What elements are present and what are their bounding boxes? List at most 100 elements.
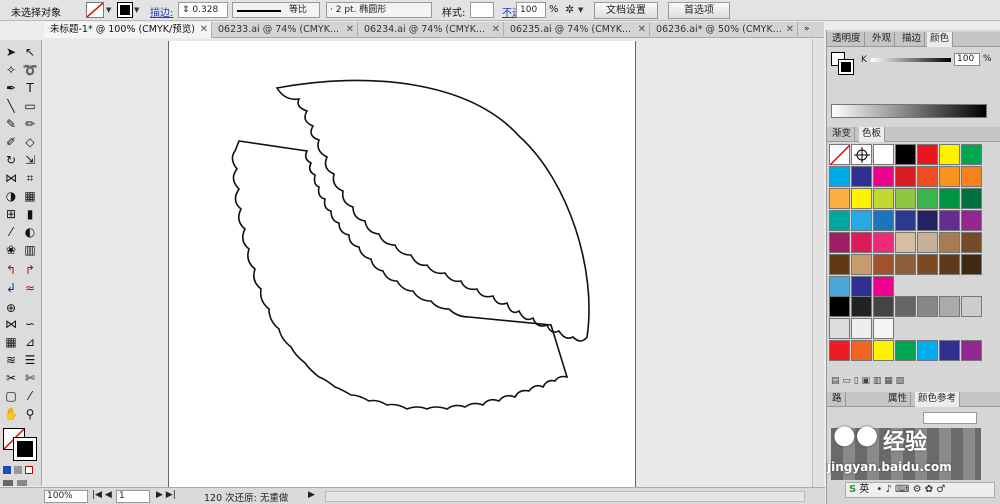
- blob-brush-tool-icon[interactable]: ✐: [2, 134, 20, 151]
- swatch[interactable]: [939, 188, 960, 209]
- perspective-grid-tool-icon[interactable]: ▦: [21, 188, 39, 205]
- rotate-tool-icon[interactable]: ↻: [2, 152, 20, 169]
- measure-tool-icon[interactable]: ⁄: [21, 388, 39, 405]
- brush-select[interactable]: · 2 pt. 椭圆形: [326, 2, 432, 18]
- chevron-down-icon[interactable]: ▼: [106, 6, 111, 14]
- swatch[interactable]: [961, 232, 982, 253]
- swatch[interactable]: [829, 276, 850, 297]
- tab-pathfinder[interactable]: 路: [829, 392, 846, 407]
- pencil-tool-icon[interactable]: ✏: [21, 116, 39, 133]
- tab-color-guide[interactable]: 颜色参考: [915, 392, 961, 407]
- swatch-actions[interactable]: ▤ ▭ ▯ ▣ ▥ ▦ ▧: [831, 376, 991, 388]
- swatch[interactable]: [851, 232, 872, 253]
- swatch[interactable]: [851, 210, 872, 231]
- swatch[interactable]: [895, 210, 916, 231]
- type-tool-icon[interactable]: T: [21, 80, 39, 97]
- status-menu-icon[interactable]: ▶: [308, 490, 315, 500]
- swatch[interactable]: [961, 144, 982, 165]
- swatch[interactable]: [961, 210, 982, 231]
- swatch[interactable]: [939, 296, 960, 317]
- swatch[interactable]: [829, 340, 850, 361]
- swatch[interactable]: [917, 296, 938, 317]
- swatch[interactable]: [873, 210, 894, 231]
- swatch[interactable]: [961, 166, 982, 187]
- swatch[interactable]: [895, 166, 916, 187]
- swatch[interactable]: [873, 144, 894, 165]
- swatch[interactable]: [917, 144, 938, 165]
- swatch[interactable]: [873, 340, 894, 361]
- stroke-weight-input[interactable]: ⇕ 0.328: [178, 2, 228, 18]
- swatch[interactable]: [851, 254, 872, 275]
- shape-builder-tool-icon[interactable]: ◑: [2, 188, 20, 205]
- polar-grid-tool-icon[interactable]: ⊿: [21, 334, 39, 351]
- tab-appearance[interactable]: 外观: [869, 32, 896, 47]
- tab-gradient[interactable]: 渐变: [829, 127, 856, 142]
- k-slider[interactable]: [871, 58, 951, 62]
- swatch[interactable]: [917, 210, 938, 231]
- swatch[interactable]: [961, 340, 982, 361]
- ime-tools-icon[interactable]: • ♪ ⌨ ⚙ ✿ ♂: [872, 484, 945, 495]
- swatch[interactable]: [829, 318, 850, 339]
- swatch[interactable]: [895, 340, 916, 361]
- width-tool-icon[interactable]: ⋈: [2, 170, 20, 187]
- column-graph-tool-icon[interactable]: ▥: [21, 242, 39, 259]
- swatch[interactable]: [917, 232, 938, 253]
- color-spectrum[interactable]: [831, 104, 987, 118]
- chevron-down-icon[interactable]: ▼: [578, 6, 583, 14]
- swatch[interactable]: [961, 188, 982, 209]
- gradient-mode-icon[interactable]: [14, 466, 22, 474]
- swatch[interactable]: [851, 188, 872, 209]
- swatch[interactable]: [851, 340, 872, 361]
- stroke-swatch[interactable]: [117, 2, 133, 18]
- swatch[interactable]: [917, 340, 938, 361]
- tab-color[interactable]: 颜色: [927, 32, 954, 47]
- horizontal-scrollbar[interactable]: [325, 491, 805, 502]
- zigzag-tool-icon[interactable]: ≋: [2, 352, 20, 369]
- tab-swatches[interactable]: 色板: [859, 127, 886, 142]
- crop-tool-icon[interactable]: ▢: [2, 388, 20, 405]
- scissors-tool-icon[interactable]: ✄: [21, 370, 39, 387]
- ime-toolbar[interactable]: S英 • ♪ ⌨ ⚙ ✿ ♂: [845, 482, 995, 498]
- recolor-icon[interactable]: ✲: [565, 3, 574, 16]
- style-swatch[interactable]: [470, 2, 494, 18]
- knife-tool-icon[interactable]: ✂: [2, 370, 20, 387]
- color-mode-icon[interactable]: [3, 466, 11, 474]
- swatch[interactable]: [917, 166, 938, 187]
- stroke-label[interactable]: 描边:: [150, 4, 173, 19]
- fill-swatch[interactable]: [86, 2, 104, 18]
- tab-document-1[interactable]: 未标题-1* @ 100% (CMYK/预览) ✕: [44, 22, 212, 38]
- swatch[interactable]: [895, 144, 916, 165]
- vertical-scrollbar[interactable]: [812, 39, 824, 487]
- swatch[interactable]: [829, 210, 850, 231]
- swatch[interactable]: [939, 166, 960, 187]
- none-mode-icon[interactable]: [25, 466, 33, 474]
- direct-selection-tool-icon[interactable]: ↖: [21, 44, 39, 61]
- swatch[interactable]: [939, 210, 960, 231]
- paintbrush-tool-icon[interactable]: ✎: [2, 116, 20, 133]
- swatch[interactable]: [873, 188, 894, 209]
- eyedropper-tool-icon[interactable]: ⁄: [2, 224, 20, 241]
- swatch[interactable]: [895, 254, 916, 275]
- swatch[interactable]: [829, 254, 850, 275]
- swatch[interactable]: [873, 254, 894, 275]
- page-select[interactable]: 1: [116, 490, 150, 503]
- swatch[interactable]: [961, 296, 982, 317]
- swatch[interactable]: [895, 296, 916, 317]
- swatch[interactable]: [851, 144, 872, 165]
- zoom-icon[interactable]: ⚲: [21, 406, 39, 423]
- warp-tool-icon[interactable]: ⋈: [2, 316, 20, 333]
- close-icon[interactable]: ✕: [638, 22, 646, 37]
- swatch[interactable]: [961, 254, 982, 275]
- free-transform-tool-icon[interactable]: ⌗: [21, 170, 39, 187]
- stroke-color-box[interactable]: [13, 437, 37, 461]
- selection-tool-icon[interactable]: ➤: [2, 44, 20, 61]
- swatch[interactable]: [917, 254, 938, 275]
- zoom-select[interactable]: 100%: [44, 490, 88, 503]
- swatch[interactable]: [829, 188, 850, 209]
- magic-wand-tool-icon[interactable]: ✧: [2, 62, 20, 79]
- draw-mode-icon[interactable]: [3, 480, 13, 486]
- color-guide-select[interactable]: [923, 412, 977, 424]
- swatch[interactable]: [851, 318, 872, 339]
- lasso-tool-icon[interactable]: ➰: [21, 62, 39, 79]
- close-icon[interactable]: ✕: [492, 22, 500, 37]
